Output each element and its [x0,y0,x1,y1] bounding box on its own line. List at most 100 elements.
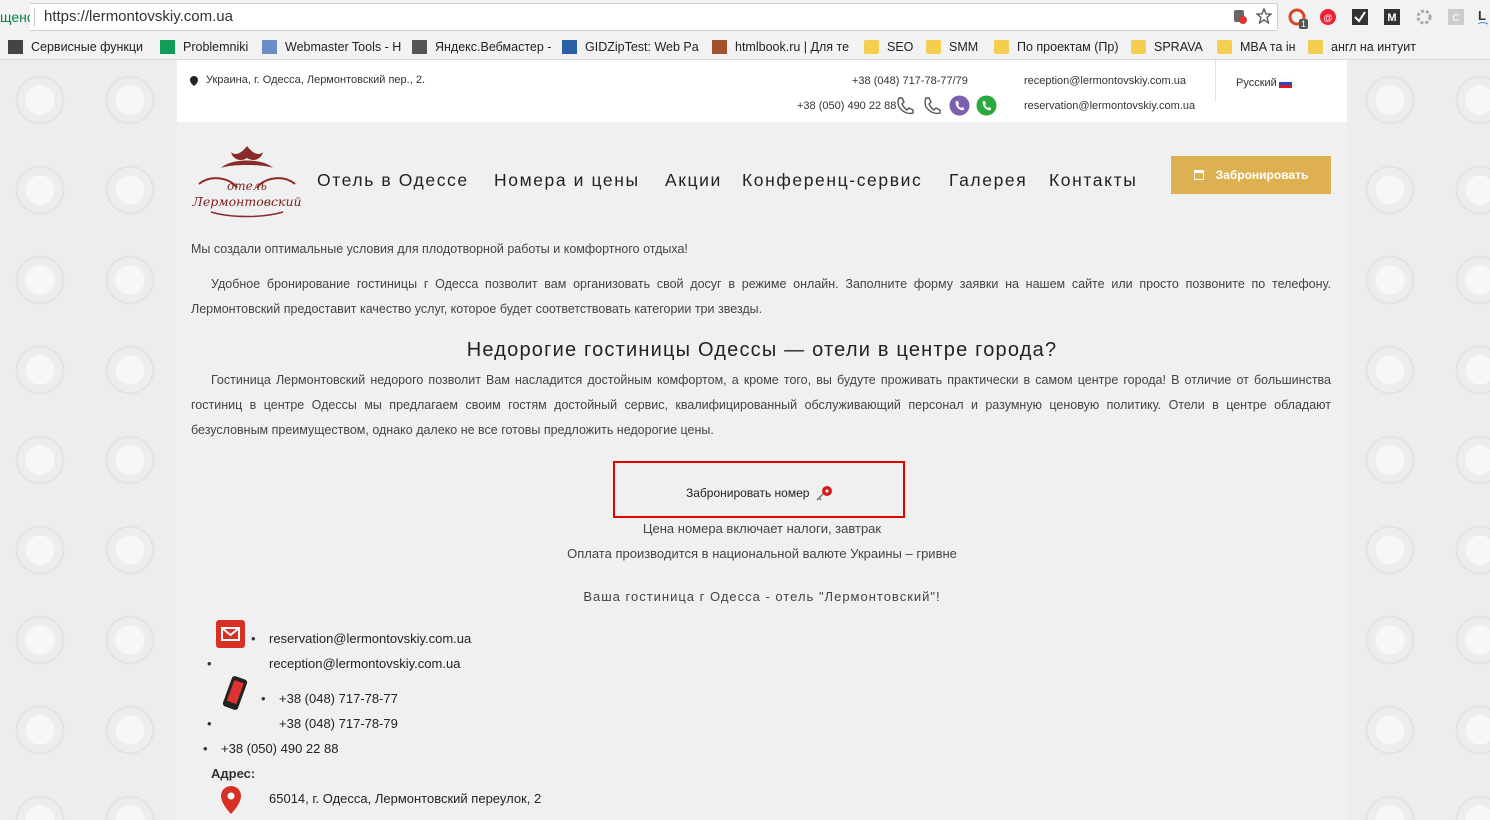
bookmark-label: GIDZipTest: Web Pa [585,40,699,54]
nav-rooms-prices[interactable]: Номера и цены [494,170,640,191]
bookmark-item[interactable]: Problemniki [160,38,248,56]
phone-icon[interactable] [922,96,942,116]
whatsapp-icon[interactable] [976,95,997,116]
bookmark-label: htmlbook.ru | Для те [735,40,850,54]
nav-conference[interactable]: Конференц-сервис [742,170,922,191]
bookmark-label: SPRAVA [1154,40,1203,54]
email-icon [216,620,245,648]
list-bullet: • [207,716,212,731]
nav-gallery[interactable]: Галерея [949,170,1027,191]
topbar-email-2[interactable]: reservation@lermontovskiy.com.ua [1024,100,1195,112]
language-selector[interactable]: Русский [1236,77,1277,89]
book-room-link[interactable]: Забронировать номер [686,486,809,500]
bookmark-item[interactable]: англ на интуит [1308,38,1416,56]
partial-ext-icon[interactable]: L [1476,6,1490,28]
folder-icon [1131,40,1146,54]
bookmark-item[interactable]: Яндекс.Вебмастер - [412,38,551,56]
main-content: Украина, г. Одесса, Лермонтовский пер., … [177,60,1347,820]
contact-phone-2[interactable]: +38 (048) 717-78-79 [279,716,398,731]
bookmarks-bar: Сервисные функци Problemniki Webmaster Too… [0,34,1490,60]
folder-icon [1308,40,1323,54]
checkbox-ext-icon[interactable] [1351,8,1369,26]
bookmark-item[interactable]: MBA та ін [1217,38,1296,56]
book-button[interactable]: Забронировать [1171,156,1331,194]
contact-phone-1[interactable]: +38 (048) 717-78-77 [261,691,398,706]
logo-line-1: отель [227,179,267,193]
bookmark-label: Яндекс.Вебмастер - [435,40,552,54]
book-button-label: Забронировать [1215,168,1309,182]
mail-ext-icon[interactable]: @ [1319,8,1337,26]
medium-ext-icon[interactable]: M [1383,8,1401,26]
paragraph-booking: Удобное бронирование гостиницы г Одесса … [191,277,1331,316]
bookmark-item[interactable]: Webmaster Tools - Н [262,38,401,56]
gear-ext-icon[interactable] [1415,8,1433,26]
divider [1215,60,1216,102]
bookmark-label: Problemniki [183,40,249,54]
svg-text:@: @ [1323,13,1332,23]
bookmark-item[interactable]: SPRAVA [1131,38,1203,56]
list-bullet: • [207,656,212,671]
svg-text:M: M [1387,12,1396,24]
section-heading: Недорогие гостиницы Одессы — отели в цен… [466,339,1058,361]
nav-contacts[interactable]: Контакты [1049,170,1137,191]
printer-icon [8,40,23,54]
hotel-logo[interactable]: отель Лермонтовский [191,144,303,220]
paragraph-cheap-hotels: Гостиница Лермонтовский недорого позволи… [191,373,1331,437]
code-icon [412,40,427,54]
browser-address-bar: щено https://lermontovskiy.com.ua 1 @ M … [0,0,1490,34]
bookmark-label: SMM [949,40,979,54]
top-info-bar: Украина, г. Одесса, Лермонтовский пер., … [177,60,1347,122]
topbar-phone-2[interactable]: +38 (050) 490 22 88 [797,100,896,112]
topbar-address: Украина, г. Одесса, Лермонтовский пер., … [206,74,426,86]
address-label: Адрес: [211,766,256,781]
bookmark-item[interactable]: GIDZipTest: Web Pa [562,38,699,56]
viber-icon[interactable] [949,95,970,116]
mobile-phone-icon [222,676,248,710]
calendar-icon [1193,170,1204,180]
gid-icon [562,40,577,54]
page-background: Украина, г. Одесса, Лермонтовский пер., … [0,60,1490,820]
sheets-icon [160,40,175,54]
contact-email-2[interactable]: reception@lermontovskiy.com.ua [269,656,460,671]
payment-note: Оплата производится в национальной валют… [567,546,957,561]
htmlbook-icon [712,40,727,54]
intro-text: Мы создали оптимальные условия для плодо… [191,242,688,256]
star-icon[interactable] [1256,8,1272,24]
svg-text:L: L [1478,8,1486,23]
location-pin-icon [190,76,198,86]
folder-icon [926,40,941,54]
bookmark-label: англ на интуит [1331,40,1416,54]
divider [34,8,35,26]
bookmark-item[interactable]: По проектам (Пр) [994,38,1119,56]
c-ext-icon[interactable]: C [1447,8,1465,26]
folder-icon [1217,40,1232,54]
nav-hotel-odessa[interactable]: Отель в Одессе [317,170,469,191]
bookmark-label: По проектам (Пр) [1017,40,1119,54]
tagline: Ваша гостиница г Одесса - отель "Лермонт… [583,589,941,604]
topbar-email-1[interactable]: reception@lermontovskiy.com.ua [1024,75,1186,87]
webmaster-icon [262,40,277,54]
folder-icon [864,40,879,54]
url-text[interactable]: https://lermontovskiy.com.ua [44,8,233,25]
contact-email-1[interactable]: reservation@lermontovskiy.com.ua [251,631,471,646]
logo-line-2: Лермонтовский [191,194,301,209]
shield-blocked-icon[interactable] [1233,9,1247,25]
map-pin-icon [221,786,241,814]
contact-address: 65014, г. Одесса, Лермонтовский переулок… [269,791,542,806]
key-icon[interactable] [814,484,834,502]
bookmark-label: SEO [887,40,914,54]
folder-icon [994,40,1009,54]
bookmark-label: MBA та ін [1240,40,1296,54]
nav-promotions[interactable]: Акции [665,170,722,191]
topbar-phone-1[interactable]: +38 (048) 717-78-77/79 [852,75,968,87]
bookmark-label: Сервисные функци [31,40,144,54]
bookmark-label: Webmaster Tools - Н [285,40,402,54]
russian-flag-icon[interactable] [1279,79,1292,88]
bookmark-item[interactable]: SMM [926,38,978,56]
price-note: Цена номера включает налоги, завтрак [642,521,882,536]
bookmark-item[interactable]: SEO [864,38,913,56]
contact-phone-3[interactable]: +38 (050) 490 22 88 [203,741,339,756]
bookmark-item[interactable]: htmlbook.ru | Для те [712,38,849,56]
phone-icon[interactable] [895,96,915,116]
bookmark-item[interactable]: Сервисные функци [8,38,143,56]
